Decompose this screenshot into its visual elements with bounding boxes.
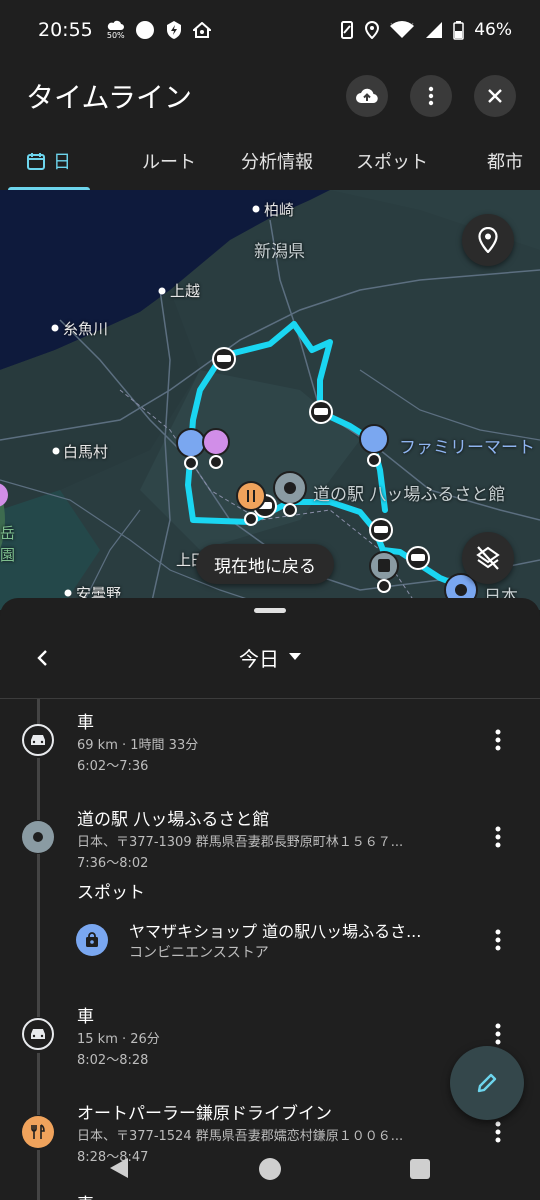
map-label-familymart: ファミリーマート <box>399 438 535 458</box>
back-triangle-icon <box>108 1156 130 1180</box>
spot-section-label: スポット <box>77 883 145 903</box>
wifi-icon <box>389 21 415 39</box>
spot-more-button[interactable] <box>484 926 512 954</box>
location-icon <box>365 21 380 39</box>
activity-time: 8:02〜8:28 <box>77 1053 149 1068</box>
item-more-button[interactable] <box>484 1020 512 1048</box>
nav-home-button[interactable] <box>258 1157 282 1181</box>
activity-title[interactable]: 車 <box>77 1002 94 1027</box>
layers-off-icon <box>475 545 501 571</box>
car-activity-icon <box>22 724 54 756</box>
battery-icon <box>453 20 464 40</box>
spot-category: コンビニエンスストア <box>129 945 269 961</box>
return-to-location-button[interactable]: 現在地に戻る <box>196 544 334 584</box>
edit-button[interactable] <box>450 1046 524 1120</box>
map-label-hakuba: 白馬村 <box>63 443 109 461</box>
tab-day-label: 日 <box>53 152 71 173</box>
timeline-line <box>37 854 40 1017</box>
tab-day[interactable]: 日 <box>0 132 98 190</box>
map-label-michinoeki: 道の駅 八ッ場ふるさと館 <box>313 485 506 505</box>
more-vert-icon <box>495 729 501 751</box>
tab-bar: 日 ルート 分析情報 スポット 都市 <box>0 132 540 190</box>
nav-back-button[interactable] <box>108 1156 130 1180</box>
more-vert-icon <box>428 86 434 106</box>
map-label-niigata: 新潟県 <box>254 242 305 262</box>
activity-time: 6:02〜7:36 <box>77 759 149 774</box>
timeline-line <box>37 758 40 820</box>
close-icon <box>487 88 503 104</box>
status-bar: 20:55 50% 46% <box>0 0 540 60</box>
more-vert-icon <box>495 1023 501 1045</box>
timeline-line <box>37 1053 40 1115</box>
shield-icon <box>165 20 183 40</box>
dropdown-arrow-icon <box>289 653 301 661</box>
tab-cities-label: 都市 <box>487 152 523 173</box>
item-more-button[interactable] <box>484 823 512 851</box>
tab-insights-label: 分析情報 <box>241 152 313 173</box>
page-title: タイムライン <box>26 81 193 114</box>
place-title[interactable]: オートパーラー鎌原ドライブイン <box>77 1099 332 1124</box>
home-circle-icon <box>258 1157 282 1181</box>
activity-distance: 15 km · 26分 <box>77 1032 160 1047</box>
date-label: 今日 <box>239 646 279 671</box>
map-view[interactable]: 柏崎 新潟県 上越 糸魚川 白馬村 上田 安曇野 岳 園 ファミリーマート 道の… <box>0 190 540 610</box>
activity-distance: 69 km · 1時間 33分 <box>77 738 199 753</box>
map-label-itoigawa: 糸魚川 <box>63 320 109 338</box>
system-nav-bar <box>0 1140 540 1200</box>
item-more-button[interactable] <box>484 726 512 754</box>
tab-cities[interactable]: 都市 <box>470 132 540 190</box>
data-saver-label: 50% <box>106 31 125 40</box>
more-vert-icon <box>495 826 501 848</box>
calendar-icon <box>27 152 45 170</box>
home-icon <box>192 22 211 38</box>
app-header: タイムライン <box>0 60 540 132</box>
layers-button[interactable] <box>462 532 514 584</box>
circle-icon <box>135 20 155 40</box>
map-label-park-2: 園 <box>0 546 16 564</box>
timeline-sheet: 今日 車 69 km · 1時間 33分 6:02〜7:36 道の駅 八ッ場ふる… <box>0 598 540 1200</box>
place-visit-icon <box>22 821 54 853</box>
tab-route-label: ルート <box>142 152 196 173</box>
tab-spots[interactable]: スポット <box>314 132 470 190</box>
nav-recents-button[interactable] <box>410 1159 430 1179</box>
shopping-bag-icon <box>76 924 108 956</box>
location-pin-button[interactable] <box>462 214 514 266</box>
close-button[interactable] <box>474 75 516 117</box>
weather-icon: 50% <box>107 20 125 40</box>
map-label-kashiwazaki: 柏崎 <box>264 201 295 219</box>
tab-spots-label: スポット <box>356 152 428 173</box>
date-selector[interactable]: 今日 <box>0 626 540 688</box>
edit-icon <box>475 1071 499 1095</box>
divider <box>0 698 540 699</box>
recents-square-icon <box>410 1159 430 1179</box>
drag-handle[interactable] <box>254 608 286 613</box>
battery-percent: 46% <box>474 20 512 40</box>
place-time: 7:36〜8:02 <box>77 856 149 871</box>
cloud-upload-icon <box>355 87 379 105</box>
location-pin-icon <box>478 227 498 253</box>
place-address: 日本、〒377-1309 群馬県吾妻郡長野原町林１５６７... <box>77 835 404 850</box>
vibrate-icon <box>339 21 355 39</box>
spot-title[interactable]: ヤマザキショップ 道の駅八ッ場ふるさ... <box>129 918 421 942</box>
status-time: 20:55 <box>38 19 93 41</box>
signal-icon <box>425 21 443 39</box>
place-title[interactable]: 道の駅 八ッ場ふるさと館 <box>77 805 269 830</box>
tab-route[interactable]: ルート <box>98 132 240 190</box>
map-label-park-1: 岳 <box>0 524 16 542</box>
more-vert-icon <box>495 929 501 951</box>
car-activity-icon <box>22 1018 54 1050</box>
activity-title[interactable]: 車 <box>77 708 94 733</box>
cloud-backup-button[interactable] <box>346 75 388 117</box>
tab-insights[interactable]: 分析情報 <box>240 132 314 190</box>
map-label-joetsu: 上越 <box>170 282 201 300</box>
more-options-button[interactable] <box>410 75 452 117</box>
